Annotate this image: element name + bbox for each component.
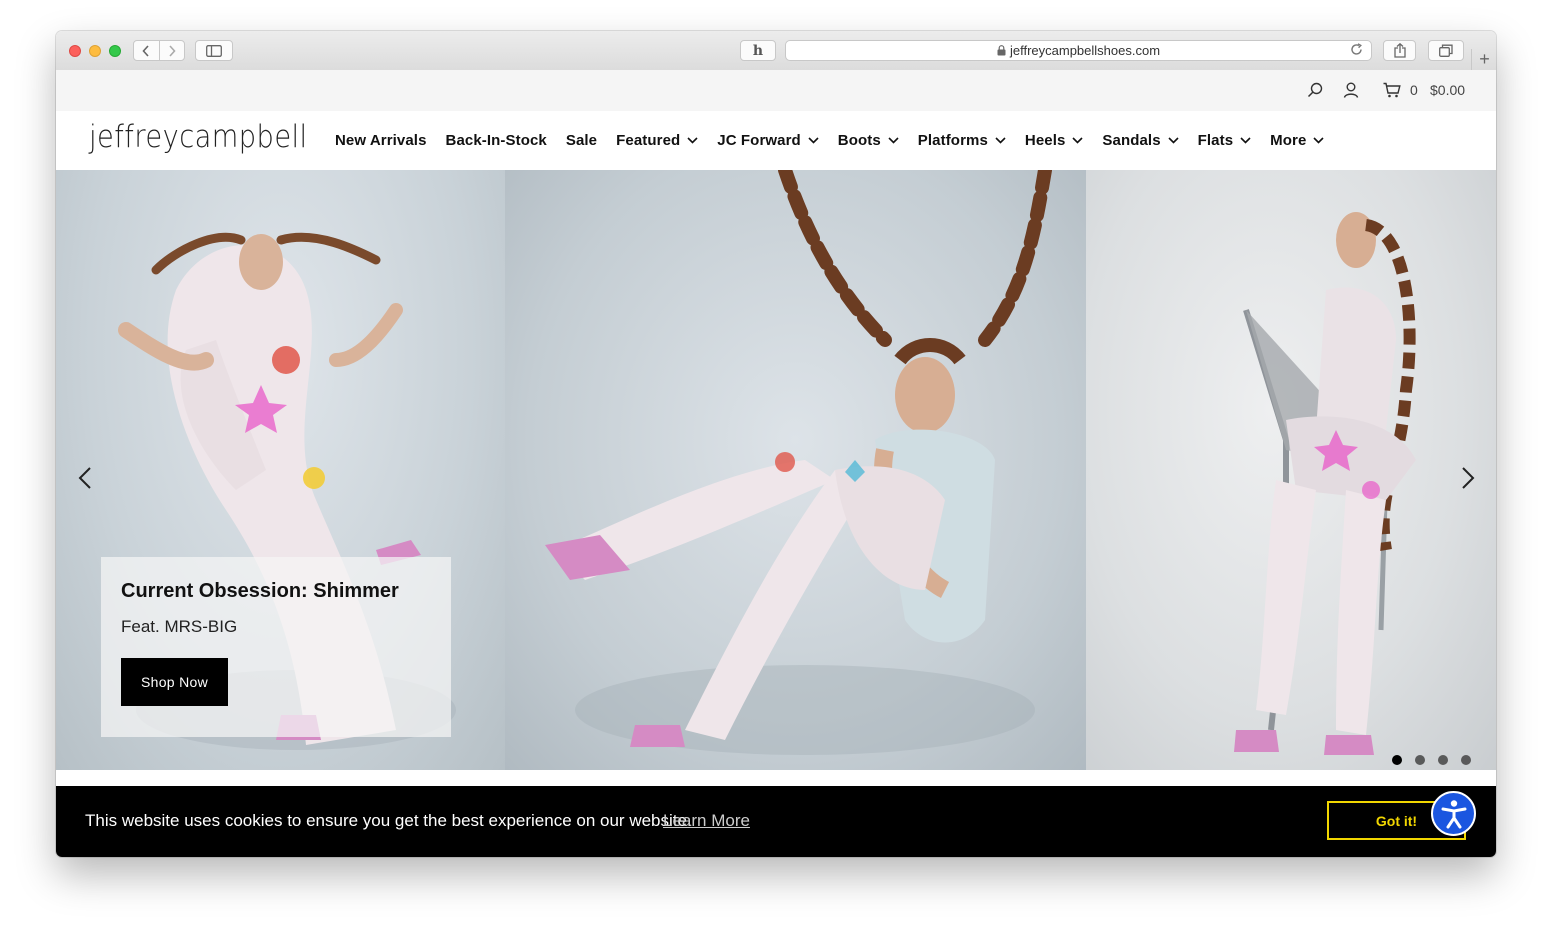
slide-dot-3[interactable] <box>1438 755 1448 765</box>
chevron-down-icon <box>1313 137 1324 144</box>
cart-total[interactable]: $0.00 <box>1430 82 1465 98</box>
account-icon[interactable] <box>1343 82 1359 103</box>
nav-new-arrivals[interactable]: New Arrivals <box>335 132 427 149</box>
nav-platforms[interactable]: Platforms <box>918 132 1006 149</box>
previous-slide-arrow[interactable] <box>78 466 92 495</box>
back-button[interactable] <box>134 41 159 60</box>
chevron-down-icon <box>1240 137 1251 144</box>
site-header: jeffreycampbell New Arrivals Back-In-Sto… <box>56 111 1496 170</box>
nav-label: More <box>1270 132 1307 149</box>
close-window-button[interactable] <box>69 45 81 57</box>
sidebar-toggle-button[interactable] <box>195 40 233 61</box>
hero-slideshow: Current Obsession: Shimmer Feat. MRS-BIG… <box>56 170 1496 770</box>
utility-bar: 0 $0.00 <box>56 70 1496 111</box>
shop-now-button[interactable]: Shop Now <box>121 658 228 706</box>
chevron-down-icon <box>1168 137 1179 144</box>
chevron-down-icon <box>1072 137 1083 144</box>
browser-window: h jeffreycampbellshoes.com + 0 $0.00 jef… <box>56 31 1496 857</box>
tab-overview-button[interactable] <box>1428 40 1464 61</box>
browser-toolbar: h jeffreycampbellshoes.com + <box>56 31 1496 71</box>
zoom-window-button[interactable] <box>109 45 121 57</box>
accessibility-icon <box>1441 799 1466 828</box>
nav-jc-forward[interactable]: JC Forward <box>717 132 819 149</box>
hero-photo-right <box>1086 170 1496 770</box>
chevron-left-icon <box>142 44 149 57</box>
honey-extension-button[interactable]: h <box>740 40 776 61</box>
accessibility-button[interactable] <box>1431 791 1476 836</box>
nav-label: Flats <box>1197 132 1234 149</box>
slide-dot-2[interactable] <box>1415 755 1425 765</box>
tabs-icon <box>1439 44 1453 57</box>
slide-dot-4[interactable] <box>1461 755 1471 765</box>
address-bar[interactable]: jeffreycampbellshoes.com <box>785 40 1372 61</box>
cookie-message: This website uses cookies to ensure you … <box>85 811 692 830</box>
forward-button[interactable] <box>160 41 185 60</box>
cookie-banner: This website uses cookies to ensure you … <box>56 786 1496 857</box>
nav-label: Back-In-Stock <box>445 132 547 149</box>
slide-dot-1[interactable] <box>1392 755 1402 765</box>
nav-heels[interactable]: Heels <box>1025 132 1084 149</box>
chevron-down-icon <box>808 137 819 144</box>
nav-label: New Arrivals <box>335 132 427 149</box>
hero-caption-box: Current Obsession: Shimmer Feat. MRS-BIG… <box>101 557 451 737</box>
nav-sale[interactable]: Sale <box>566 132 597 149</box>
share-icon <box>1393 43 1406 58</box>
learn-more-link[interactable]: Learn More <box>663 811 750 831</box>
back-forward-group <box>133 40 185 61</box>
slide-indicators <box>1392 755 1484 765</box>
chevron-down-icon <box>687 137 698 144</box>
nav-sandals[interactable]: Sandals <box>1102 132 1179 149</box>
nav-label: Sandals <box>1102 132 1161 149</box>
nav-more[interactable]: More <box>1270 132 1324 149</box>
sidebar-icon <box>206 44 222 57</box>
nav-featured[interactable]: Featured <box>616 132 698 149</box>
hero-subtitle: Feat. MRS-BIG <box>121 617 238 636</box>
nav-label: Heels <box>1024 132 1066 149</box>
url-text: jeffreycampbellshoes.com <box>1009 43 1161 58</box>
nav-back-in-stock[interactable]: Back-In-Stock <box>446 132 547 149</box>
minimize-window-button[interactable] <box>89 45 101 57</box>
nav-boots[interactable]: Boots <box>838 132 899 149</box>
nav-label: JC Forward <box>717 132 801 149</box>
nav-label: Platforms <box>917 132 988 149</box>
cart-count[interactable]: 0 <box>1410 82 1418 98</box>
chevron-right-icon <box>169 44 176 57</box>
site-logo[interactable]: jeffreycampbell <box>89 119 308 155</box>
chevron-down-icon <box>888 137 899 144</box>
nav-label: Boots <box>837 132 881 149</box>
main-nav: New Arrivals Back-In-Stock Sale Featured… <box>335 111 1343 170</box>
new-tab-button[interactable]: + <box>1471 49 1496 70</box>
nav-flats[interactable]: Flats <box>1198 132 1252 149</box>
nav-label: Sale <box>565 132 598 149</box>
chevron-down-icon <box>995 137 1006 144</box>
lock-icon <box>997 45 1006 56</box>
nav-label: Featured <box>616 132 681 149</box>
hero-title: Current Obsession: Shimmer <box>121 580 399 602</box>
hero-photo-center <box>505 170 1086 770</box>
search-icon[interactable] <box>1307 82 1323 103</box>
reload-icon[interactable] <box>1350 43 1363 59</box>
next-slide-arrow[interactable] <box>1461 466 1475 495</box>
cart-icon[interactable] <box>1383 82 1401 103</box>
share-button[interactable] <box>1383 40 1416 61</box>
